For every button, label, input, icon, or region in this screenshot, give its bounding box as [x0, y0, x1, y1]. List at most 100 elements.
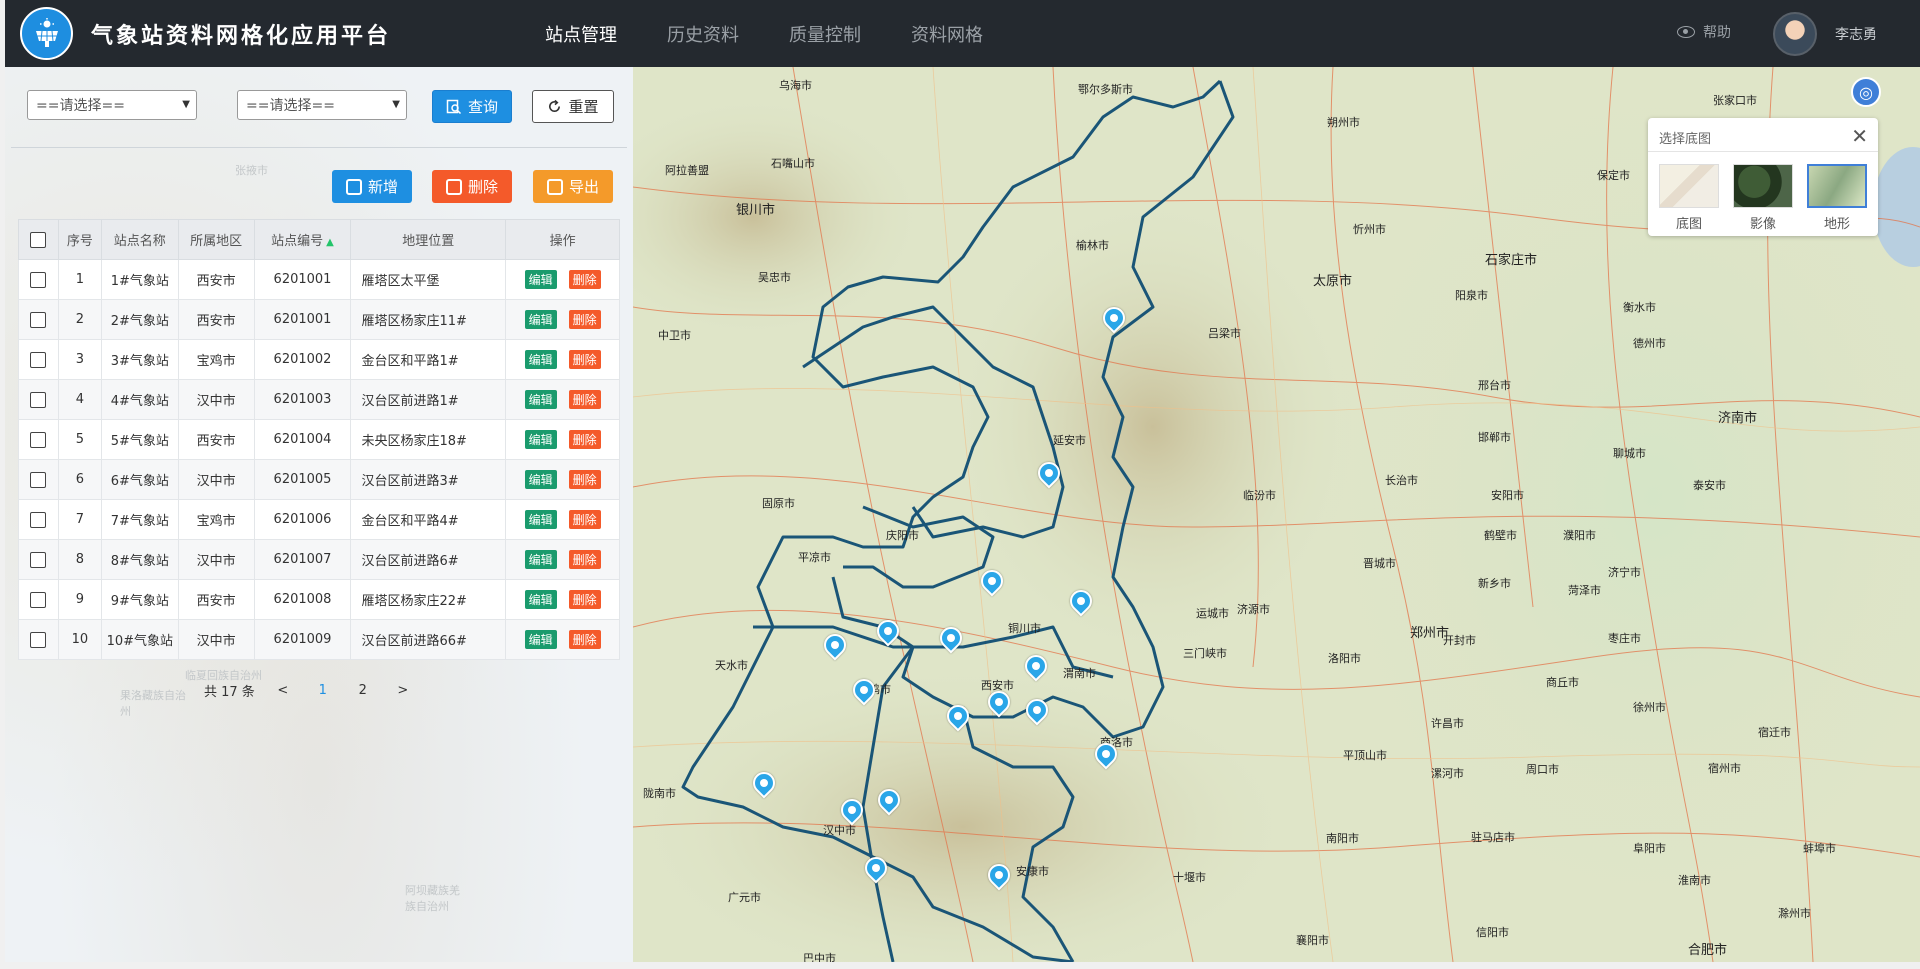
map-label: 南阳市 — [1326, 832, 1359, 845]
row-select-cell[interactable] — [18, 539, 59, 580]
row-select-cell[interactable] — [18, 339, 59, 380]
main-nav: 站点管理 历史资料 质量控制 资料网格 — [545, 0, 1033, 67]
row-delete-button[interactable]: 删除 — [568, 510, 601, 529]
cell-actions: 编辑 删除 — [505, 419, 620, 460]
basemap-option-terrain[interactable]: 地形 — [1806, 164, 1868, 232]
nav-quality-control[interactable]: 质量控制 — [789, 21, 861, 47]
edit-button[interactable]: 编辑 — [524, 510, 557, 529]
cell-region: 宝鸡市 — [177, 339, 255, 380]
edit-button[interactable]: 编辑 — [524, 310, 557, 329]
nav-station-management[interactable]: 站点管理 — [545, 21, 617, 47]
row-delete-button[interactable]: 删除 — [568, 310, 601, 329]
station-select[interactable]: ==请选择== ▼ — [237, 90, 407, 120]
next-page-button[interactable]: > — [383, 683, 423, 698]
map-label: 固原市 — [762, 497, 795, 510]
close-icon[interactable]: ✕ — [1851, 124, 1868, 148]
row-checkbox[interactable] — [30, 431, 47, 448]
cell-location: 雁塔区杨家庄11# — [350, 299, 507, 340]
row-delete-button[interactable]: 删除 — [568, 430, 601, 449]
map-label: 徐州市 — [1633, 701, 1666, 714]
row-delete-button[interactable]: 删除 — [568, 470, 601, 489]
map-label: 安阳市 — [1491, 489, 1524, 502]
row-checkbox[interactable] — [30, 311, 47, 328]
row-checkbox[interactable] — [30, 591, 47, 608]
add-button[interactable]: 新增 — [332, 170, 412, 203]
row-checkbox[interactable] — [30, 271, 47, 288]
row-delete-button[interactable]: 删除 — [568, 550, 601, 569]
edit-button[interactable]: 编辑 — [524, 550, 557, 569]
row-select-cell[interactable] — [18, 459, 59, 500]
column-header: 站点名称 — [100, 219, 179, 260]
table-header-row: 序号 站点名称 所属地区 站点编号 ▲ 地理位置 操作 — [18, 219, 620, 260]
bg-map-label: 果洛藏族自治州 — [120, 689, 186, 718]
cell-no: 1 — [57, 259, 102, 300]
row-checkbox[interactable] — [30, 631, 47, 648]
avatar[interactable] — [1773, 12, 1817, 56]
basemap-option-imagery[interactable]: 影像 — [1732, 164, 1794, 232]
select-all-checkbox[interactable] — [30, 231, 47, 248]
map-label: 石家庄市 — [1485, 253, 1538, 268]
map-label: 许昌市 — [1431, 717, 1464, 730]
row-delete-button[interactable]: 删除 — [568, 350, 601, 369]
row-delete-button[interactable]: 删除 — [568, 590, 601, 609]
row-select-cell[interactable] — [18, 619, 59, 660]
edit-button[interactable]: 编辑 — [524, 350, 557, 369]
cell-location: 雁塔区杨家庄22# — [350, 579, 507, 620]
page-1-button[interactable]: 1 — [303, 683, 343, 698]
nav-history-data[interactable]: 历史资料 — [667, 21, 739, 47]
cell-location: 汉台区前进路66# — [350, 619, 507, 660]
map-label: 阿拉善盟 — [665, 164, 709, 177]
cell-code: 6201008 — [253, 579, 352, 620]
row-checkbox[interactable] — [30, 351, 47, 368]
row-select-cell[interactable] — [18, 499, 59, 540]
basemap-option-vector[interactable]: 底图 — [1658, 164, 1720, 232]
logo-icon — [20, 7, 73, 60]
prev-page-button[interactable]: < — [263, 683, 303, 698]
basemap-toggle-button[interactable]: ◎ — [1851, 77, 1881, 107]
select-all-header[interactable] — [18, 219, 59, 260]
map-label: 张家口市 — [1713, 94, 1757, 107]
query-button[interactable]: 查询 — [432, 90, 512, 123]
cell-name: 3#气象站 — [100, 339, 179, 380]
table-row: 6 6#气象站 汉中市 6201005 汉台区前进路3# 编辑 删除 — [18, 459, 620, 500]
row-select-cell[interactable] — [18, 259, 59, 300]
cell-region: 西安市 — [177, 579, 255, 620]
cell-code: 6201005 — [253, 459, 352, 500]
cell-no: 7 — [57, 499, 102, 540]
delete-button[interactable]: 删除 — [432, 170, 512, 203]
help-link[interactable]: 帮助 — [1677, 22, 1731, 42]
row-checkbox[interactable] — [30, 511, 47, 528]
row-select-cell[interactable] — [18, 299, 59, 340]
edit-button[interactable]: 编辑 — [524, 590, 557, 609]
row-checkbox[interactable] — [30, 471, 47, 488]
edit-button[interactable]: 编辑 — [524, 630, 557, 649]
nav-data-grid[interactable]: 资料网格 — [911, 21, 983, 47]
sort-icon[interactable]: ▲ — [326, 237, 334, 248]
row-delete-button[interactable]: 删除 — [568, 270, 601, 289]
map-label: 吴忠市 — [758, 271, 791, 284]
map-label: 宿州市 — [1708, 762, 1741, 775]
edit-button[interactable]: 编辑 — [524, 470, 557, 489]
map-label: 济源市 — [1237, 603, 1270, 616]
row-select-cell[interactable] — [18, 419, 59, 460]
export-button[interactable]: 导出 — [533, 170, 613, 203]
edit-button[interactable]: 编辑 — [524, 430, 557, 449]
row-select-cell[interactable] — [18, 579, 59, 620]
edit-button[interactable]: 编辑 — [524, 390, 557, 409]
map-label: 巴中市 — [803, 952, 836, 962]
edit-button[interactable]: 编辑 — [524, 270, 557, 289]
row-delete-button[interactable]: 删除 — [568, 390, 601, 409]
row-checkbox[interactable] — [30, 551, 47, 568]
map-label: 滁州市 — [1778, 907, 1811, 920]
page-2-button[interactable]: 2 — [343, 683, 383, 698]
row-delete-button[interactable]: 删除 — [568, 630, 601, 649]
total-count: 共 17 条 — [204, 685, 255, 700]
reset-button[interactable]: 重置 — [532, 90, 614, 123]
row-checkbox[interactable] — [30, 391, 47, 408]
cell-actions: 编辑 删除 — [505, 299, 620, 340]
username[interactable]: 李志勇 — [1835, 24, 1877, 44]
region-select[interactable]: ==请选择== ▼ — [27, 90, 197, 120]
column-header-sortable[interactable]: 站点编号 ▲ — [253, 219, 352, 260]
map-view[interactable]: 乌海市 鄂尔多斯市 朔州市 张家口市 阿拉善盟 石嘴山市 银川市 保定市 忻州市… — [633, 67, 1920, 962]
row-select-cell[interactable] — [18, 379, 59, 420]
